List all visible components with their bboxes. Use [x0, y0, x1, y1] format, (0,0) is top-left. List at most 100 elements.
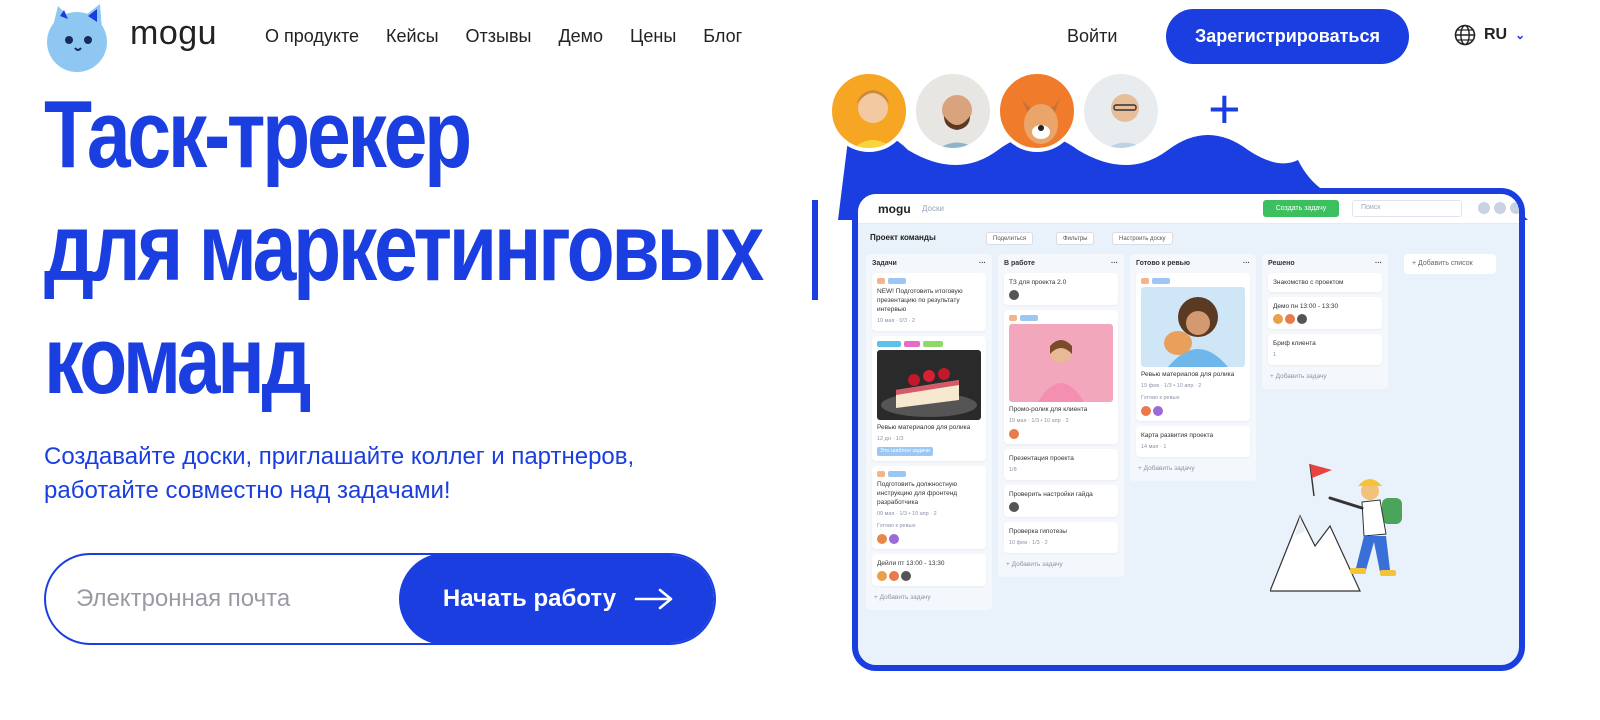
task-title: Ревью материалов для ролика: [877, 424, 971, 431]
filters-chip: Фильтры: [1056, 232, 1095, 245]
task-card: ТЗ для проекта 2.0: [1004, 273, 1118, 305]
typing-caret: [812, 200, 818, 300]
avatar: [996, 70, 1078, 152]
boards-label: Доски: [922, 204, 944, 213]
cat-logo-icon[interactable]: [44, 2, 114, 72]
cake-image: [877, 350, 981, 420]
board-column: В работе ··· ТЗ для проекта 2.0 Промо-рол…: [998, 254, 1124, 577]
task-title: Демо пн 13:00 - 13:30: [1273, 303, 1339, 310]
start-work-button[interactable]: Начать работу: [399, 555, 714, 643]
hero-headline: Таск-трекер для маркетинговых команд: [44, 78, 764, 417]
board-subbar: Проект команды Поделиться Фильтры Настро…: [858, 224, 1519, 252]
headline-line-3: команд: [44, 307, 312, 414]
task-meta: 19 мая · 1/3 • 10 апр · 2: [1009, 418, 1069, 424]
menu-item-blog[interactable]: Блог: [703, 26, 742, 47]
configure-chip: Настроить доску: [1112, 232, 1173, 245]
task-title: Карта развития проекта: [1141, 432, 1214, 439]
headline-line-1: Таск-трекер: [44, 81, 472, 188]
board-logo: mogu: [878, 202, 911, 216]
task-status: Готово к ревью: [1141, 395, 1180, 401]
plus-icon: +: [1208, 77, 1241, 140]
task-title: Проверить настройки гайда: [1009, 491, 1093, 498]
task-meta: 19 фев · 1/3 • 10 апр · 2: [1141, 383, 1202, 389]
board-column: Готово к ревью ··· Ревью материалов для р…: [1130, 254, 1256, 481]
menu-item-prices[interactable]: Цены: [630, 26, 676, 47]
signup-form: Начать работу: [44, 553, 716, 645]
start-work-label: Начать работу: [442, 585, 617, 612]
main-menu: О продукте Кейсы Отзывы Демо Цены Блог: [265, 26, 742, 47]
task-meta: 1/8: [1009, 467, 1017, 473]
task-card: Подготовить должностную инструкцию для ф…: [872, 466, 986, 549]
language-selector[interactable]: RU ⌄: [1454, 24, 1525, 46]
task-card: Презентация проекта 1/8: [1004, 449, 1118, 480]
hero-subtitle: Создавайте доски, приглашайте коллег и п…: [44, 443, 635, 504]
task-card: Проверка гипотезы 10 фев · 1/3 · 2: [1004, 522, 1118, 553]
column-title: В работе: [1004, 260, 1035, 267]
arrow-right-icon: [634, 588, 673, 610]
add-task: + Добавить задачу: [874, 594, 931, 601]
task-meta: 10 фев · 1/3 · 2: [1009, 540, 1048, 546]
menu-item-cases[interactable]: Кейсы: [386, 26, 439, 47]
share-chip: Поделиться: [986, 232, 1034, 245]
task-card: Демо пн 13:00 - 13:30: [1268, 297, 1382, 329]
task-title: ТЗ для проекта 2.0: [1009, 279, 1067, 286]
task-title: Проверка гипотезы: [1009, 528, 1067, 535]
menu-item-product[interactable]: О продукте: [265, 26, 359, 47]
add-task: + Добавить задачу: [1006, 561, 1063, 568]
board-search: Поиск: [1352, 200, 1462, 217]
task-title: Промо-ролик для клиента: [1009, 406, 1088, 413]
task-card: Знакомство с проектом: [1268, 273, 1382, 292]
task-meta: 14 мая · 1: [1141, 444, 1167, 450]
task-meta: 1: [1273, 352, 1277, 358]
board-screenshot: mogu Доски Создать задачу Поиск Проект к…: [852, 188, 1525, 671]
task-card: Ревью материалов для ролика 12 дн · 1/3 …: [872, 336, 986, 461]
task-meta: 10 мая · 0/3 · 2: [877, 318, 915, 324]
board-user-icons: [1478, 202, 1519, 214]
task-card: Бриф клиента 1: [1268, 334, 1382, 365]
signup-button[interactable]: Зарегистрироваться: [1166, 9, 1409, 64]
board-column: Задачи ··· NEW! Подготовить итоговую през…: [866, 254, 992, 610]
board-topbar: mogu Доски Создать задачу Поиск: [858, 194, 1519, 224]
hiker-illustration: [1270, 463, 1402, 592]
task-title: Бриф клиента: [1273, 340, 1316, 347]
task-title: Дейли пт 13:00 - 13:30: [877, 560, 945, 567]
promo-image: [1009, 324, 1113, 402]
task-title: NEW! Подготовить итоговую презентацию по…: [877, 288, 963, 313]
avatar: [912, 70, 994, 152]
task-card: Промо-ролик для клиента 19 мая · 1/3 • 1…: [1004, 310, 1118, 444]
add-task: + Добавить задачу: [1138, 465, 1195, 472]
task-card: NEW! Подготовить итоговую презентацию по…: [872, 273, 986, 331]
task-card: Дейли пт 13:00 - 13:30: [872, 554, 986, 586]
product-illustration: + mogu Доски Создать задачу Поиск Проект…: [828, 70, 1528, 672]
task-card: Проверить настройки гайда: [1004, 485, 1118, 517]
create-task-button: Создать задачу: [1263, 200, 1339, 217]
column-title: Решено: [1268, 260, 1295, 267]
task-meta: 12 дн · 1/3: [877, 436, 904, 442]
menu-item-demo[interactable]: Демо: [558, 26, 603, 47]
top-nav: mogu О продукте Кейсы Отзывы Демо Цены Б…: [0, 0, 1600, 72]
avatar: [1080, 70, 1162, 152]
task-title: Знакомство с проектом: [1273, 279, 1344, 286]
project-title: Проект команды: [870, 233, 936, 242]
avatar: [828, 70, 910, 152]
task-meta: 09 мая · 1/3 • 10 апр · 2: [877, 511, 937, 517]
column-title: Готово к ревью: [1136, 260, 1190, 267]
board-column: Решено ··· Знакомство с проектом Демо пн …: [1262, 254, 1388, 389]
add-task: + Добавить задачу: [1270, 373, 1327, 380]
add-list-button: + Добавить список: [1404, 254, 1496, 274]
language-label: RU: [1484, 26, 1508, 43]
logo-text[interactable]: mogu: [130, 14, 217, 53]
task-card: Карта развития проекта 14 мая · 1: [1136, 426, 1250, 457]
chevron-down-icon: ⌄: [1515, 28, 1526, 42]
column-title: Задачи: [872, 260, 897, 267]
login-link[interactable]: Войти: [1067, 26, 1117, 47]
email-input[interactable]: [48, 555, 408, 643]
task-status: Готово к ревью: [877, 523, 916, 529]
task-title: Подготовить должностную инструкцию для ф…: [877, 481, 958, 506]
task-template-tag: Это шаблон задачи: [877, 447, 933, 456]
menu-item-reviews[interactable]: Отзывы: [466, 26, 532, 47]
task-title: Ревью материалов для ролика: [1141, 371, 1235, 378]
task-title: Презентация проекта: [1009, 455, 1074, 462]
task-card: Ревью материалов для ролика 19 фев · 1/3…: [1136, 273, 1250, 421]
headline-line-2: для маркетинговых: [44, 194, 764, 301]
